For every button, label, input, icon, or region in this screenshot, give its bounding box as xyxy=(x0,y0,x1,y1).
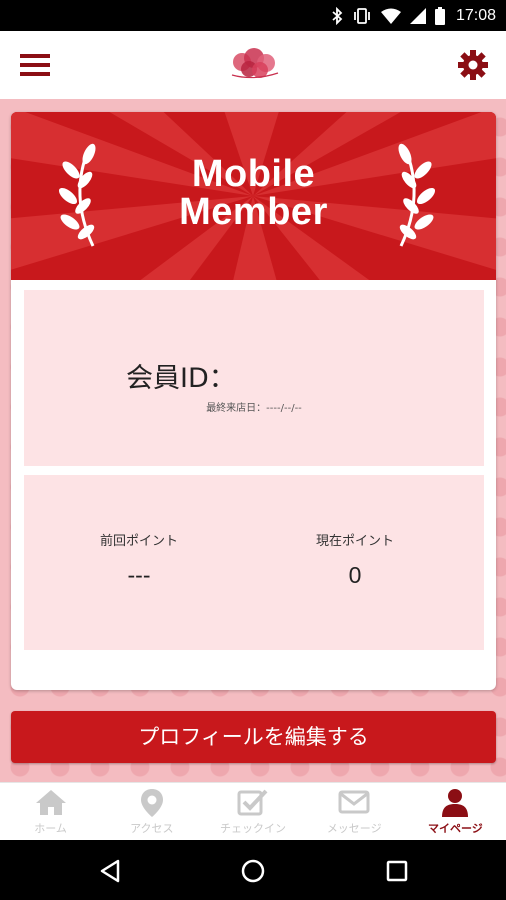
member-id-panel: 会員ID： 最終来店日：----/--/-- xyxy=(24,290,484,466)
tab-home-label: ホーム xyxy=(34,822,67,835)
tab-mypage-label: マイページ xyxy=(428,822,483,835)
member-card: Mobile Member 会員ID： 最終来店日：----/--/-- 前回ポ… xyxy=(11,112,496,690)
checkin-icon xyxy=(237,789,268,816)
tab-access-label: アクセス xyxy=(130,822,174,835)
hamburger-menu-icon[interactable] xyxy=(20,52,50,78)
tab-home[interactable]: ホーム xyxy=(0,783,101,840)
member-banner: Mobile Member xyxy=(11,112,496,280)
shop-logo-icon xyxy=(231,48,279,79)
app-bar xyxy=(0,31,506,99)
previous-points-value: --- xyxy=(127,562,151,588)
map-pin-icon xyxy=(140,789,163,817)
vibrate-icon xyxy=(354,8,370,24)
tab-mypage[interactable]: マイページ xyxy=(405,783,506,840)
main-content: Mobile Member 会員ID： 最終来店日：----/--/-- 前回ポ… xyxy=(0,99,506,782)
banner-title: Mobile Member xyxy=(11,155,496,231)
status-time: 17:08 xyxy=(455,7,496,24)
tab-message-label: メッセージ xyxy=(326,822,382,835)
user-icon xyxy=(442,789,469,817)
current-points-label: 現在ポイント xyxy=(315,534,394,549)
status-bar: 17:08 xyxy=(0,0,506,31)
member-id-label: 会員ID： xyxy=(126,363,236,394)
status-icons: 17:08 xyxy=(331,6,496,26)
previous-points: 前回ポイント --- xyxy=(24,530,254,589)
envelope-icon xyxy=(338,790,370,814)
current-points: 現在ポイント 0 xyxy=(240,530,470,589)
home-icon xyxy=(35,790,66,815)
back-icon[interactable] xyxy=(98,858,124,884)
banner-title-line2: Member xyxy=(179,191,328,233)
tab-checkin[interactable]: チェックイン xyxy=(202,783,303,840)
current-points-value: 0 xyxy=(348,562,362,588)
bluetooth-icon xyxy=(332,7,343,25)
edit-profile-button[interactable]: プロフィールを編集する xyxy=(11,711,496,763)
tab-message[interactable]: メッセージ xyxy=(304,783,405,840)
system-nav-bar xyxy=(0,840,506,900)
tab-access[interactable]: アクセス xyxy=(101,783,202,840)
gear-icon[interactable] xyxy=(458,50,488,80)
previous-points-label: 前回ポイント xyxy=(99,534,178,549)
wifi-icon xyxy=(380,8,401,24)
recents-icon[interactable] xyxy=(384,858,410,884)
battery-icon xyxy=(434,7,445,25)
banner-title-line1: Mobile xyxy=(191,153,316,195)
home-circle-icon[interactable] xyxy=(240,858,266,884)
signal-icon xyxy=(409,8,426,24)
points-panel: 前回ポイント --- 現在ポイント 0 xyxy=(24,475,484,650)
bottom-tab-bar: ホーム アクセス チェックイン メッセージ マイページ xyxy=(0,782,506,840)
tab-checkin-label: チェックイン xyxy=(220,822,286,835)
last-visit-date: 最終来店日：----/--/-- xyxy=(206,403,302,414)
